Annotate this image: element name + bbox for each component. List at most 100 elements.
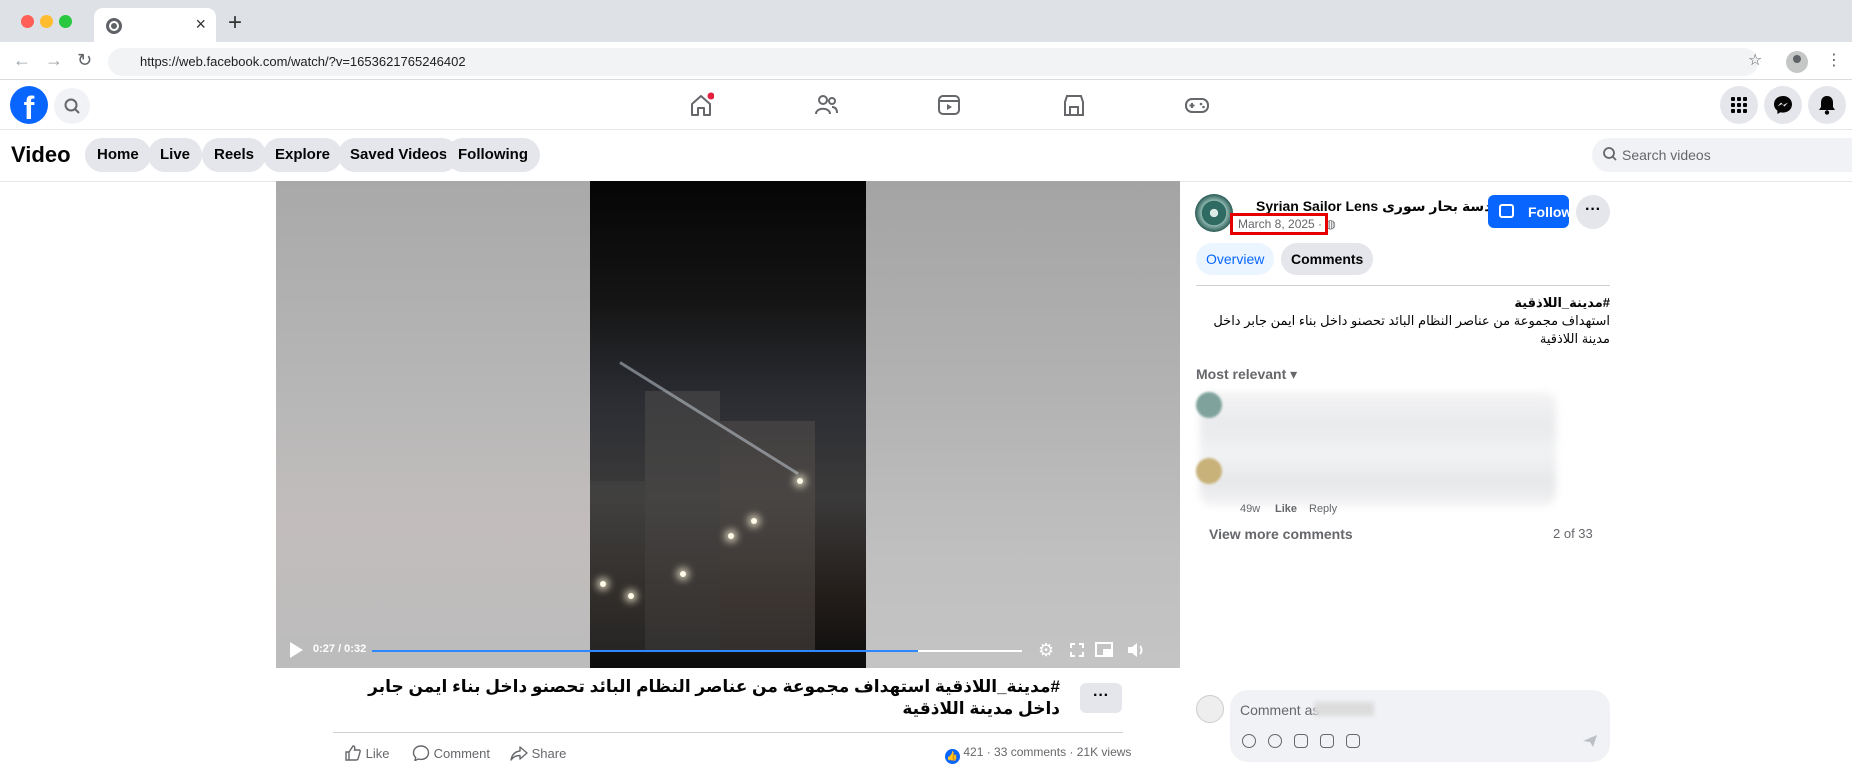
marketplace-icon[interactable] bbox=[1061, 92, 1087, 118]
browser-menu-icon[interactable]: ⋮ bbox=[1826, 50, 1842, 70]
pill-reels[interactable]: Reels bbox=[202, 138, 267, 172]
comment-reply-link[interactable]: Reply bbox=[1309, 503, 1337, 515]
post-stats: 👍 421 · 33 comments · 21K views bbox=[945, 745, 1131, 764]
url-text: https://web.facebook.com/watch/?v=165362… bbox=[140, 54, 466, 69]
like-icon bbox=[345, 745, 361, 761]
comment-like-link[interactable]: Like bbox=[1275, 503, 1297, 515]
search-button[interactable] bbox=[54, 88, 90, 124]
search-icon bbox=[64, 98, 80, 114]
video-caption: #مدينة_اللاذقية استهداف مجموعة من عناصر … bbox=[368, 677, 1060, 718]
facebook-header: f bbox=[0, 80, 1852, 130]
description-text: استهداف مجموعة من عناصر النظام البائد تح… bbox=[1213, 313, 1610, 346]
minimize-window-icon[interactable] bbox=[40, 15, 53, 28]
fullscreen-icon[interactable] bbox=[1068, 641, 1086, 659]
follow-icon bbox=[1499, 204, 1514, 218]
back-icon[interactable]: ← bbox=[13, 50, 31, 70]
blurred-backdrop-left bbox=[276, 181, 590, 668]
video-frame bbox=[590, 181, 866, 668]
highlight-box bbox=[1230, 213, 1328, 235]
page-avatar[interactable] bbox=[1195, 194, 1233, 232]
post-description: #مدينة_اللاذقية استهداف مجموعة من عناصر … bbox=[1196, 294, 1610, 348]
pill-saved-videos[interactable]: Saved Videos bbox=[338, 138, 460, 172]
friends-icon[interactable] bbox=[813, 92, 839, 118]
page-title: Video bbox=[11, 142, 71, 167]
user-avatar[interactable] bbox=[1196, 695, 1224, 723]
search-icon bbox=[1603, 147, 1617, 161]
url-field[interactable]: https://web.facebook.com/watch/?v=165362… bbox=[108, 48, 1758, 76]
profile-icon[interactable] bbox=[1786, 51, 1808, 73]
tab-overview[interactable]: Overview bbox=[1196, 243, 1275, 275]
commenter-avatar[interactable] bbox=[1196, 392, 1222, 418]
bookmark-star-icon[interactable]: ☆ bbox=[1748, 50, 1762, 70]
menu-grid-icon bbox=[1731, 97, 1747, 113]
notifications-button[interactable] bbox=[1808, 86, 1846, 124]
share-label: Share bbox=[531, 746, 567, 761]
tab-close-icon[interactable]: × bbox=[195, 15, 206, 33]
close-window-icon[interactable] bbox=[21, 15, 34, 28]
messenger-icon bbox=[1774, 96, 1792, 114]
maximize-window-icon[interactable] bbox=[59, 15, 72, 28]
watch-icon[interactable] bbox=[936, 92, 962, 118]
pill-home[interactable]: Home bbox=[85, 138, 151, 172]
follow-button[interactable]: Follow bbox=[1488, 195, 1573, 228]
seek-progress bbox=[372, 650, 918, 652]
view-more-comments[interactable]: View more comments bbox=[1209, 526, 1353, 542]
play-icon[interactable] bbox=[290, 642, 303, 658]
divider bbox=[333, 732, 1123, 733]
notifications-icon bbox=[1819, 96, 1835, 115]
avatar-sticker-icon[interactable] bbox=[1242, 734, 1256, 748]
comment-button[interactable]: Comment bbox=[412, 745, 490, 762]
new-tab-button[interactable]: + bbox=[228, 11, 242, 35]
comment-placeholder: Comment as bbox=[1240, 702, 1320, 718]
seek-bar[interactable] bbox=[372, 650, 1022, 652]
home-icon[interactable] bbox=[688, 92, 714, 118]
comment-age: 49w bbox=[1240, 503, 1261, 515]
description-hashtag[interactable]: #مدينة_اللاذقية bbox=[1514, 295, 1610, 310]
pill-explore[interactable]: Explore bbox=[263, 138, 343, 172]
browser-tab[interactable]: × bbox=[94, 8, 216, 42]
player-controls: 0:27 / 0:32 ⚙ bbox=[276, 633, 1180, 668]
commenter-avatar[interactable] bbox=[1196, 458, 1222, 484]
facebook-logo[interactable]: f bbox=[10, 86, 48, 124]
share-icon bbox=[510, 746, 528, 761]
like-reaction-icon: 👍 bbox=[945, 749, 960, 764]
page-more-button[interactable]: ··· bbox=[1576, 195, 1610, 229]
video-search-input[interactable]: Search videos bbox=[1592, 138, 1852, 172]
comment-icon bbox=[412, 745, 430, 762]
browser-tab-bar: × + bbox=[0, 0, 1852, 42]
pill-live[interactable]: Live bbox=[148, 138, 203, 172]
time-display: 0:27 / 0:32 bbox=[313, 643, 367, 655]
reaction-count[interactable]: 421 bbox=[963, 745, 983, 759]
follow-label: Follow bbox=[1528, 204, 1573, 220]
gaming-icon[interactable] bbox=[1184, 92, 1210, 118]
camera-icon[interactable] bbox=[1294, 734, 1308, 748]
menu-grid-button[interactable] bbox=[1720, 86, 1758, 124]
divider bbox=[1196, 285, 1610, 286]
pip-icon[interactable] bbox=[1094, 641, 1114, 659]
comment-input[interactable]: Comment as bbox=[1230, 690, 1610, 762]
comment-label: Comment bbox=[433, 746, 490, 761]
blurred-comments bbox=[1200, 392, 1556, 506]
comment-count: 2 of 33 bbox=[1553, 526, 1593, 541]
comments-views[interactable]: · 33 comments · 21K views bbox=[983, 745, 1132, 759]
share-button[interactable]: Share bbox=[510, 745, 566, 761]
messenger-button[interactable] bbox=[1764, 86, 1802, 124]
address-bar-row: ← → ↻ https://web.facebook.com/watch/?v=… bbox=[0, 42, 1852, 80]
comment-sort-dropdown[interactable]: Most relevant ▾ bbox=[1196, 366, 1297, 383]
tab-comments[interactable]: Comments bbox=[1281, 243, 1374, 275]
pill-following[interactable]: Following bbox=[446, 138, 540, 172]
blurred-username bbox=[1314, 702, 1374, 716]
post-more-button[interactable]: ··· bbox=[1080, 683, 1122, 713]
settings-icon[interactable]: ⚙ bbox=[1038, 641, 1054, 659]
sticker-icon[interactable] bbox=[1346, 734, 1360, 748]
forward-icon[interactable]: → bbox=[45, 50, 63, 70]
volume-icon[interactable] bbox=[1126, 641, 1146, 659]
emoji-icon[interactable] bbox=[1268, 734, 1282, 748]
send-icon[interactable] bbox=[1582, 734, 1598, 748]
blurred-backdrop-right bbox=[866, 181, 1180, 668]
like-button[interactable]: Like bbox=[344, 745, 389, 761]
video-player[interactable]: 0:27 / 0:32 ⚙ bbox=[276, 181, 1180, 668]
search-placeholder: Search videos bbox=[1622, 147, 1711, 163]
gif-icon[interactable] bbox=[1320, 734, 1334, 748]
reload-icon[interactable]: ↻ bbox=[77, 50, 92, 70]
